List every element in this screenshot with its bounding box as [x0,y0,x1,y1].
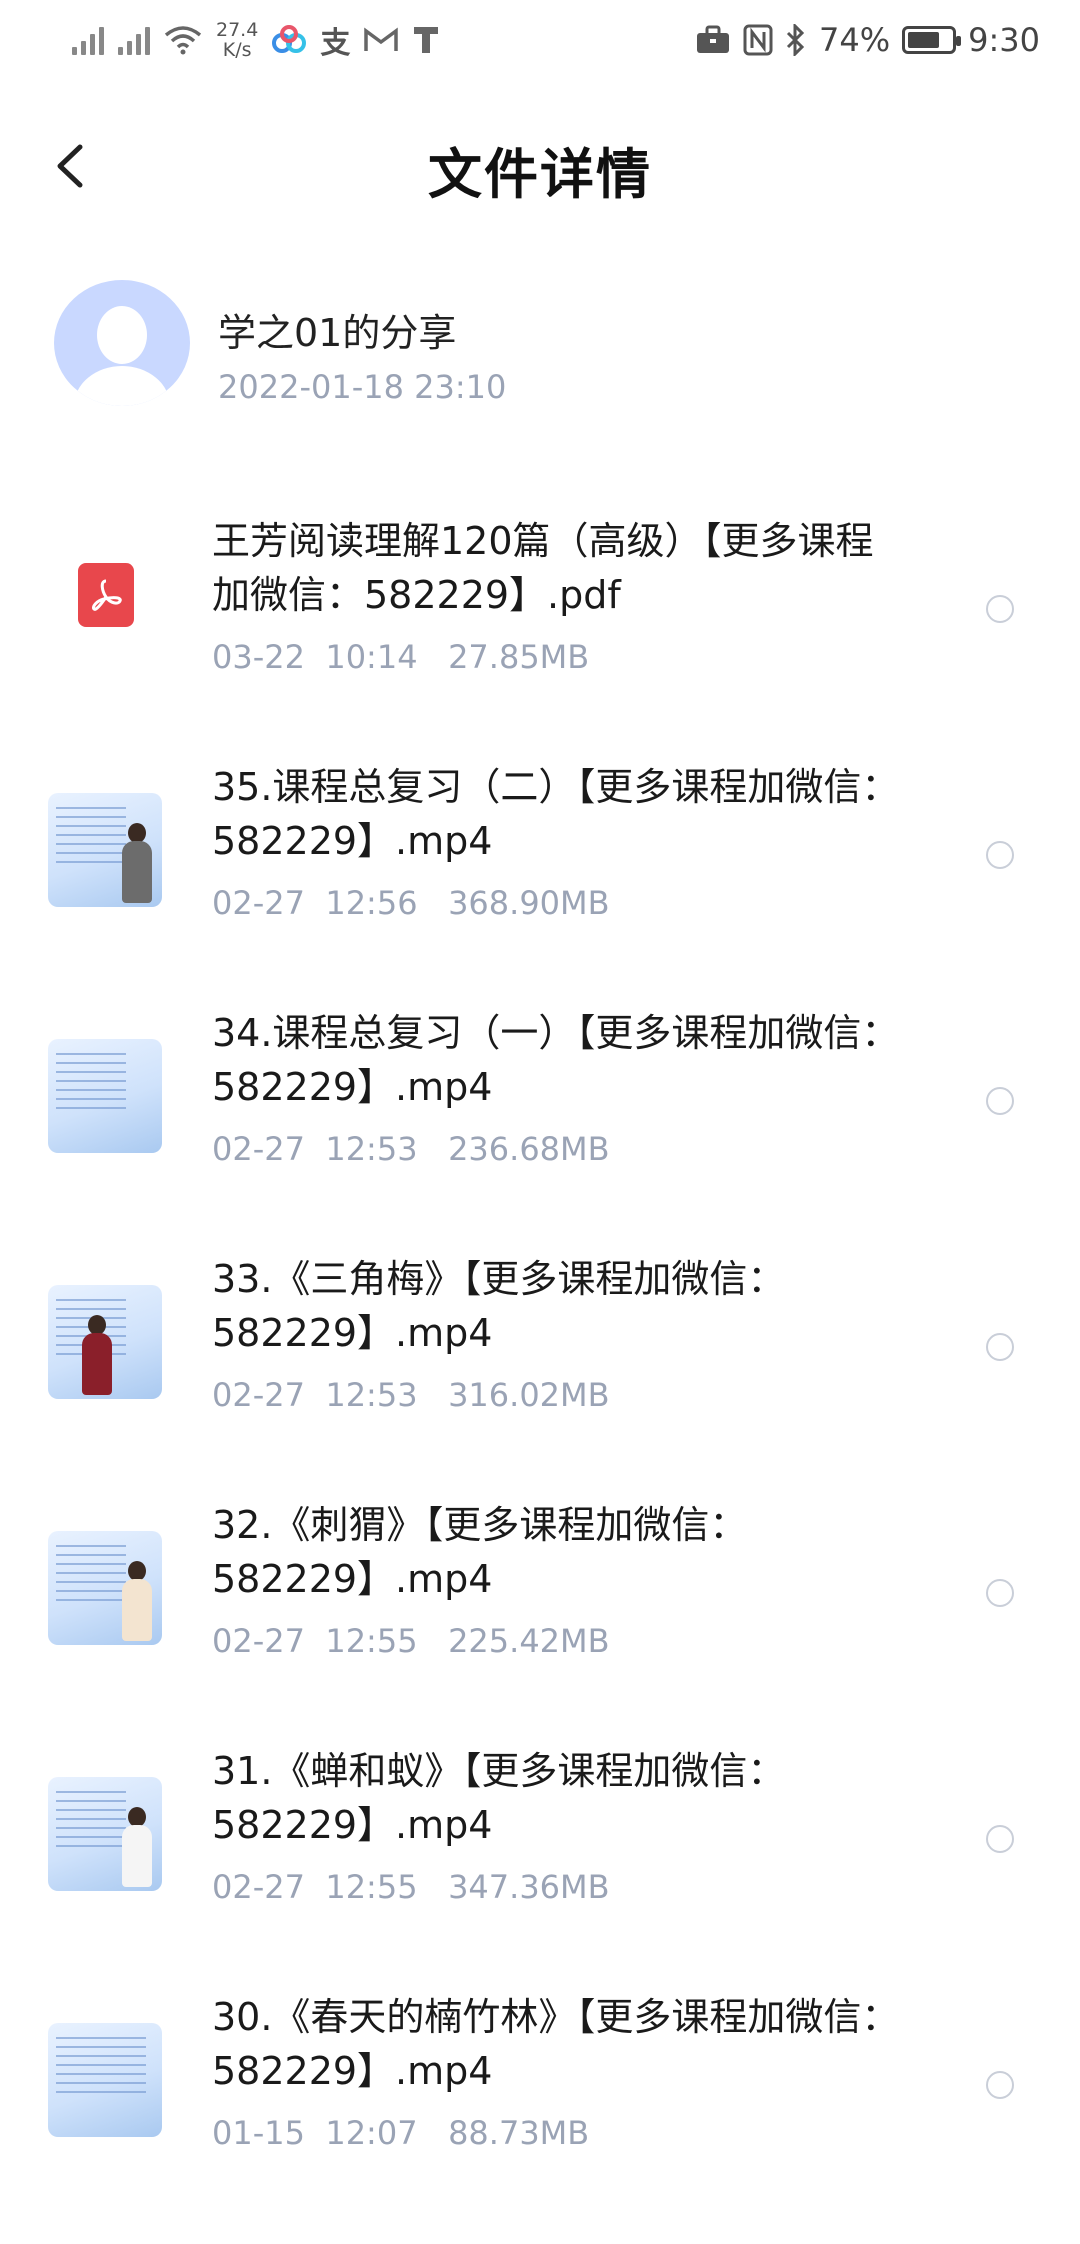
network-speed-unit: K/s [222,39,252,61]
file-item[interactable]: 33.《三角梅》【更多课程加微信：582229】.mp4 02-27 12:53… [0,1238,1080,1484]
signal-icon [72,25,104,55]
select-radio[interactable] [986,595,1014,623]
select-radio[interactable] [986,1087,1014,1115]
briefcase-icon [697,25,730,53]
status-bar: 27.4 K/s 支 74% 9:30 [0,0,1080,80]
video-thumbnail [48,793,162,907]
file-name: 31.《蝉和蚁》【更多课程加微信：582229】.mp4 [212,1749,786,1847]
video-thumbnail [48,1039,162,1153]
file-name: 30.《春天的楠竹林》【更多课程加微信：582229】.mp4 [212,1995,900,2093]
file-size: 27.85MB [448,638,590,676]
file-size: 347.36MB [448,1868,610,1906]
file-time: 12:53 [325,1130,418,1168]
select-radio[interactable] [986,1825,1014,1853]
file-meta: 01-15 12:07 88.73MB [212,2114,589,2152]
status-bar-right: 74% 9:30 [695,14,1040,66]
nfc-icon [743,24,773,56]
avatar[interactable] [54,280,190,406]
file-item[interactable]: 30.《春天的楠竹林》【更多课程加微信：582229】.mp4 01-15 12… [0,1976,1080,2222]
file-meta: 02-27 12:53 316.02MB [212,1376,610,1414]
file-meta: 02-27 12:56 368.90MB [212,884,610,922]
header: 文件详情 [0,100,1080,230]
file-meta: 02-27 12:53 236.68MB [212,1130,610,1168]
file-meta: 02-27 12:55 347.36MB [212,1868,610,1906]
clock: 9:30 [968,21,1040,59]
file-time: 12:53 [325,1376,418,1414]
status-bar-left: 27.4 K/s 支 [72,14,440,66]
file-date: 02-27 [212,1376,305,1414]
select-radio[interactable] [986,841,1014,869]
file-meta: 02-27 12:55 225.42MB [212,1622,610,1660]
select-radio[interactable] [986,1333,1014,1361]
video-thumbnail [48,2023,162,2137]
gmail-icon [364,27,399,51]
file-time: 10:14 [325,638,418,676]
file-date: 01-15 [212,2114,305,2152]
file-time: 12:56 [325,884,418,922]
file-item[interactable]: 31.《蝉和蚁》【更多课程加微信：582229】.mp4 02-27 12:55… [0,1730,1080,1976]
signal-roaming-icon [118,25,150,55]
t-app-icon [414,27,439,53]
select-radio[interactable] [986,1579,1014,1607]
bluetooth-icon [786,24,805,56]
select-radio[interactable] [986,2071,1014,2099]
share-time: 2022-01-18 23:10 [218,368,507,406]
file-size: 236.68MB [448,1130,610,1168]
file-date: 02-27 [212,1622,305,1660]
file-date: 03-22 [212,638,305,676]
battery-percent: 74% [819,21,891,59]
file-name: 32.《刺猬》【更多课程加微信：582229】.mp4 [212,1503,748,1601]
file-date: 02-27 [212,1130,305,1168]
sharer-name: 学之01的分享 [218,311,457,355]
file-name: 33.《三角梅》【更多课程加微信：582229】.mp4 [212,1257,786,1355]
video-thumbnail [48,1777,162,1891]
file-size: 316.02MB [448,1376,610,1414]
page-title: 文件详情 [428,143,652,206]
file-time: 12:55 [325,1868,418,1906]
file-meta: 03-22 10:14 27.85MB [212,638,589,676]
network-speed-value: 27.4 [216,19,259,41]
wifi-icon [164,26,202,55]
battery-icon [902,26,962,54]
file-name: 王芳阅读理解120篇（高级）【更多课程加微信：582229】.pdf [212,519,874,617]
file-item[interactable]: 32.《刺猬》【更多课程加微信：582229】.mp4 02-27 12:55 … [0,1484,1080,1730]
video-thumbnail [48,1531,162,1645]
file-item[interactable]: 35.课程总复习（二）【更多课程加微信：582229】.mp4 02-27 12… [0,746,1080,992]
file-time: 12:07 [325,2114,418,2152]
file-item[interactable]: 34.课程总复习（一）【更多课程加微信：582229】.mp4 02-27 12… [0,992,1080,1238]
file-size: 225.42MB [448,1622,610,1660]
file-name: 34.课程总复习（一）【更多课程加微信：582229】.mp4 [212,1011,900,1109]
file-size: 368.90MB [448,884,610,922]
file-time: 12:55 [325,1622,418,1660]
file-date: 02-27 [212,884,305,922]
file-date: 02-27 [212,1868,305,1906]
file-name: 35.课程总复习（二）【更多课程加微信：582229】.mp4 [212,765,900,863]
file-size: 88.73MB [448,2114,590,2152]
battery-level [908,32,940,48]
alipay-icon: 支 [320,26,351,61]
video-thumbnail [48,1285,162,1399]
pdf-file-icon [78,563,134,627]
sharer-info: 学之01的分享 2022-01-18 23:10 [54,280,1034,410]
baidu-netdisk-icon [272,25,307,53]
network-speed: 27.4 K/s [216,20,258,60]
file-item[interactable]: 王芳阅读理解120篇（高级）【更多课程加微信：582229】.pdf 03-22… [0,500,1080,746]
